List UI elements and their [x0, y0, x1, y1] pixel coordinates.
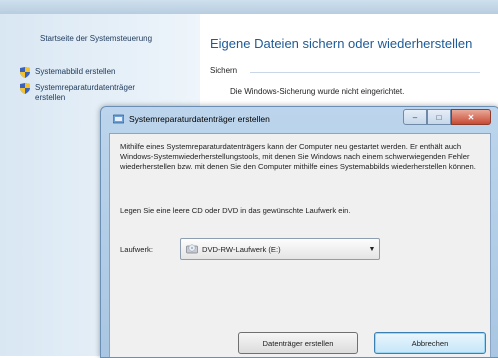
- nav-home-link[interactable]: Startseite der Systemsteuerung: [40, 34, 152, 43]
- backup-status-text: Die Windows-Sicherung wurde nicht einger…: [230, 87, 405, 96]
- shield-icon: [20, 83, 30, 94]
- disc-drive-icon: [186, 243, 198, 255]
- section-heading: Sichern: [210, 66, 238, 75]
- create-disc-button[interactable]: Datenträger erstellen: [238, 332, 358, 354]
- maximize-button[interactable]: □: [427, 109, 451, 125]
- nav-item-system-image[interactable]: Systemabbild erstellen: [20, 67, 115, 78]
- close-button[interactable]: ✕: [451, 109, 491, 125]
- dialog-title: Systemreparaturdatenträger erstellen: [129, 114, 270, 124]
- drive-label: Laufwerk:: [120, 245, 153, 254]
- dialog-titlebar[interactable]: Systemreparaturdatenträger erstellen – □…: [101, 107, 498, 131]
- window-top-strip: [0, 0, 498, 15]
- drive-select[interactable]: DVD-RW-Laufwerk (E:) ▼: [180, 238, 380, 260]
- nav-item-repair-disc[interactable]: Systemreparaturdatenträger erstellen: [20, 83, 160, 103]
- minimize-button[interactable]: –: [403, 109, 427, 125]
- repair-disc-dialog: Systemreparaturdatenträger erstellen – □…: [100, 106, 498, 358]
- dialog-content: Mithilfe eines Systemreparaturdatenträge…: [109, 133, 491, 357]
- dialog-app-icon: [112, 114, 125, 124]
- section-divider: [250, 72, 480, 73]
- insert-disc-prompt: Legen Sie eine leere CD oder DVD in das …: [120, 206, 351, 215]
- nav-item-label: Systemabbild erstellen: [35, 67, 116, 76]
- page-title: Eigene Dateien sichern oder wiederherste…: [210, 36, 473, 51]
- chevron-down-icon[interactable]: ▼: [365, 246, 379, 253]
- drive-select-value: DVD-RW-Laufwerk (E:): [202, 244, 281, 254]
- shield-icon: [20, 67, 30, 78]
- dialog-description: Mithilfe eines Systemreparaturdatenträge…: [120, 142, 476, 171]
- nav-item-label: Systemreparaturdatenträger erstellen: [35, 83, 136, 102]
- cancel-button[interactable]: Abbrechen: [374, 332, 486, 354]
